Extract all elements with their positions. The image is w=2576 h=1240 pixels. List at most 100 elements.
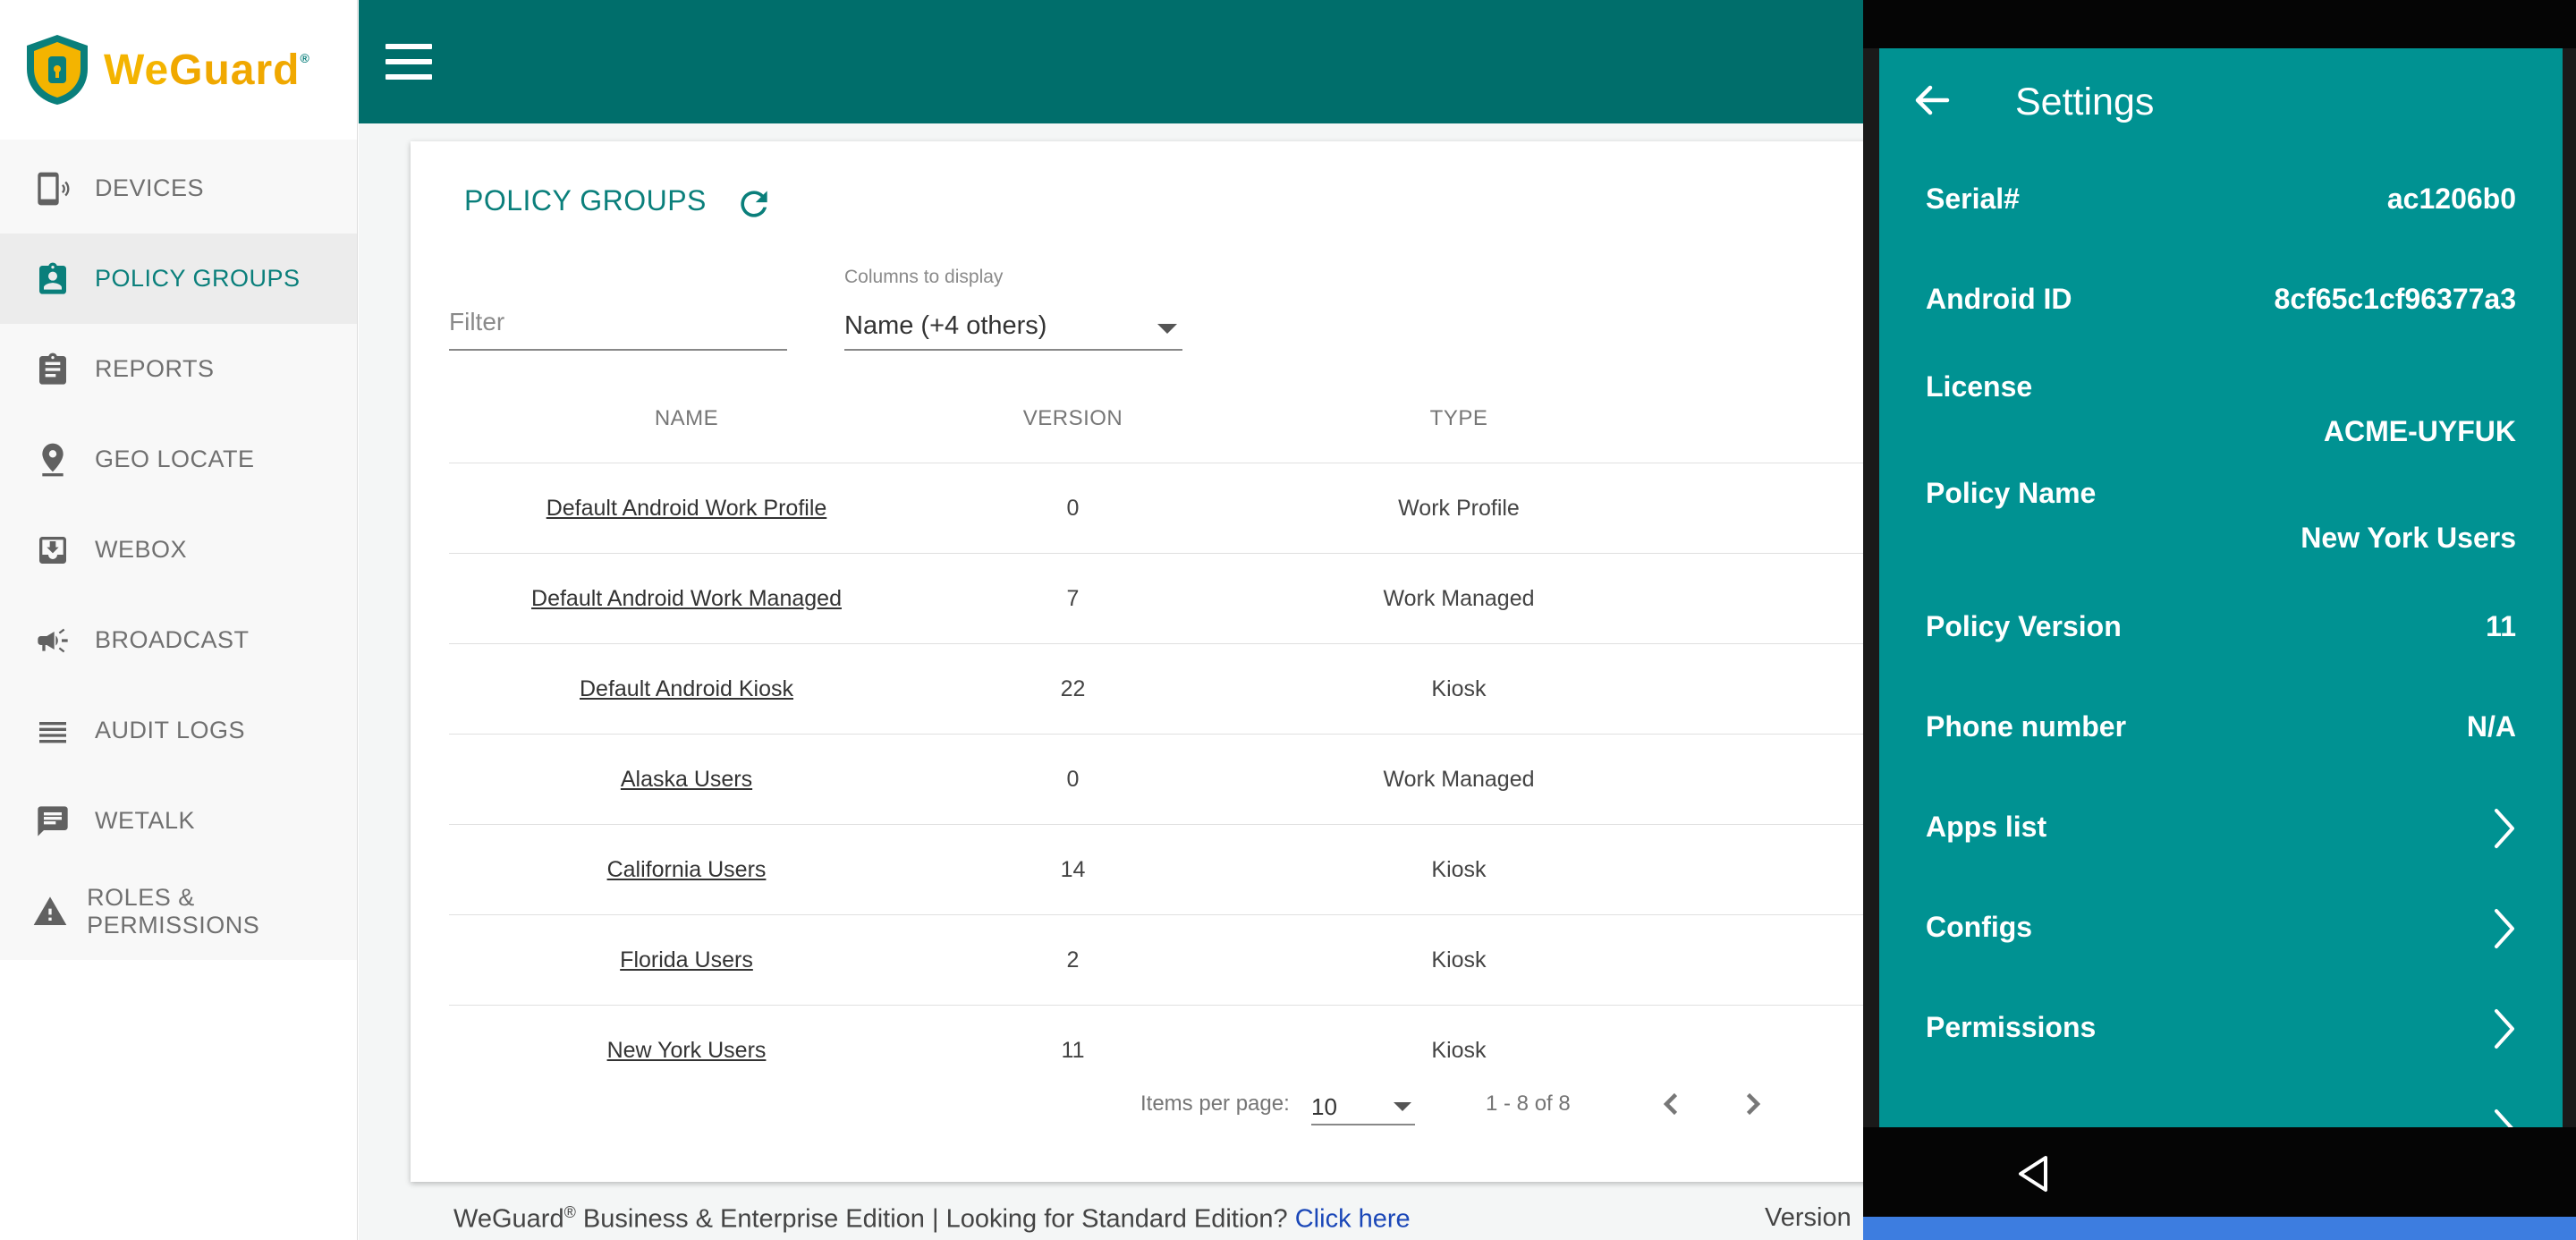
items-per-page-value: 10 (1311, 1093, 1337, 1120)
items-per-page-select[interactable]: 10 (1311, 1083, 1415, 1125)
table-row: Alaska Users 0 Work Managed 0 (449, 735, 1931, 825)
weguard-shield-icon (27, 35, 88, 105)
cell-type: Work Managed (1383, 766, 1535, 792)
cell-version: 0 (1066, 766, 1080, 792)
sidebar-item-geo-locate[interactable]: GEO LOCATE (0, 414, 357, 505)
partially-hidden-row[interactable] (1879, 1109, 2563, 1127)
row-label: Configs (1926, 911, 2033, 943)
settings-title: Settings (2015, 81, 2155, 123)
phone-settings-screen: Settings Serial# ac1206b0 Android ID 8cf… (1879, 48, 2563, 1127)
info-key: Serial# (1926, 183, 2020, 215)
download-box-icon (32, 530, 73, 571)
sidebar-item-policy-groups[interactable]: POLICY GROUPS (0, 234, 357, 324)
chevron-right-icon (2491, 807, 2518, 850)
sidebar-item-devices[interactable]: DEVICES (0, 143, 357, 234)
policy-name-link[interactable]: Default Android Kiosk (580, 676, 793, 701)
sidebar-item-webox[interactable]: WEBOX (0, 505, 357, 595)
dropdown-caret-icon (1394, 1102, 1411, 1111)
hamburger-menu-icon[interactable] (386, 44, 432, 80)
location-pin-icon (32, 439, 73, 480)
policy-name-link[interactable]: New York Users (607, 1038, 767, 1063)
cell-version: 7 (1066, 585, 1080, 611)
column-header-name[interactable]: NAME (449, 406, 924, 431)
logo[interactable]: WeGuard® (0, 0, 357, 140)
cell-type: Kiosk (1431, 856, 1487, 882)
sidebar-item-label: ROLES & PERMISSIONS (87, 883, 260, 938)
phone-mirror: Settings Serial# ac1206b0 Android ID 8cf… (1863, 0, 2576, 1240)
refresh-icon[interactable] (734, 184, 774, 224)
filter-field[interactable] (449, 299, 787, 351)
cell-version: 2 (1066, 947, 1080, 972)
policy-groups-table: NAME VERSION TYPE NO OF DE Default Andro… (449, 374, 1931, 1096)
cell-type: Work Managed (1383, 585, 1535, 611)
table-row: Default Android Kiosk 22 Kiosk 1 (449, 644, 1931, 735)
sidebar-item-label: WEBOX (95, 536, 188, 563)
info-value: N/A (2466, 710, 2516, 743)
policy-name-link[interactable]: Default Android Work Managed (531, 586, 842, 611)
footer-text: WeGuard® Business & Enterprise Edition |… (453, 1203, 1411, 1235)
click-here-link[interactable]: Click here (1295, 1205, 1411, 1234)
columns-caption: Columns to display (844, 267, 1004, 287)
policy-name-link[interactable]: California Users (607, 857, 767, 882)
info-value: 8cf65c1cf96377a3 (2274, 283, 2516, 315)
row-label: Permissions (1926, 1011, 2097, 1043)
info-value: 11 (2486, 610, 2516, 642)
permissions-row[interactable]: Permissions (1879, 1009, 2563, 1056)
apps-list-row[interactable]: Apps list (1879, 809, 2563, 855)
dropdown-caret-icon (1157, 324, 1177, 334)
sidebar-item-audit-logs[interactable]: AUDIT LOGS (0, 685, 357, 776)
sidebar-item-label: BROADCAST (95, 626, 250, 653)
footer-edition-text: Business & Enterprise Edition | Looking … (575, 1204, 1295, 1234)
phone-bottom-strip (1863, 1217, 2576, 1240)
column-header-version[interactable]: VERSION (924, 406, 1222, 431)
sidebar-item-reports[interactable]: REPORTS (0, 324, 357, 414)
sidebar-item-broadcast[interactable]: BROADCAST (0, 595, 357, 685)
filter-input[interactable] (449, 299, 787, 345)
sidebar-nav: DEVICES POLICY GROUPS REPORTS GEO LOCATE… (0, 140, 357, 960)
configs-row[interactable]: Configs (1879, 909, 2563, 955)
column-header-type[interactable]: TYPE (1222, 406, 1696, 431)
items-per-page-label: Items per page: (1140, 1091, 1290, 1116)
registered-mark: ® (300, 50, 310, 65)
sidebar-item-label: AUDIT LOGS (95, 717, 246, 743)
nav-back-triangle-icon[interactable] (2015, 1154, 2051, 1193)
table-body: Default Android Work Profile 0 Work Prof… (449, 463, 1931, 1096)
policy-name-link[interactable]: Alaska Users (621, 767, 752, 792)
android-nav-bar (1863, 1127, 2576, 1217)
info-value: ACME-UYFUK (2323, 415, 2516, 447)
chevron-left-icon (1663, 1092, 1678, 1116)
info-value: New York Users (2301, 522, 2516, 554)
policy-name-link[interactable]: Default Android Work Profile (547, 496, 827, 521)
info-value: ac1206b0 (2386, 183, 2516, 215)
sidebar: WeGuard® DEVICES POLICY GROUPS REPORTS G… (0, 0, 358, 1240)
footer-reg-mark: ® (564, 1203, 576, 1221)
page-range-label: 1 - 8 of 8 (1486, 1091, 1571, 1116)
top-app-bar (359, 0, 1879, 123)
info-key: License (1926, 370, 2033, 403)
previous-page-button[interactable] (1656, 1088, 1688, 1120)
sidebar-item-wetalk[interactable]: WETALK (0, 776, 357, 866)
sidebar-item-label: POLICY GROUPS (95, 265, 301, 292)
table-row: California Users 14 Kiosk 0 (449, 825, 1931, 915)
sidebar-item-label: GEO LOCATE (95, 446, 255, 472)
info-key: Phone number (1926, 710, 2127, 743)
paginator: Items per page: 10 1 - 8 of 8 (411, 1072, 1931, 1134)
sidebar-item-roles-permissions[interactable]: ROLES & PERMISSIONS (0, 866, 357, 956)
sidebar-item-label: DEVICES (95, 174, 205, 201)
list-lines-icon (32, 710, 73, 752)
footer-version: Version (1765, 1203, 1852, 1232)
policy-name-link[interactable]: Florida Users (620, 947, 753, 972)
next-page-button[interactable] (1736, 1088, 1768, 1120)
back-arrow-icon[interactable] (1913, 84, 1951, 116)
cell-version: 22 (1060, 675, 1086, 701)
cell-type: Kiosk (1431, 947, 1487, 972)
cell-version: 0 (1066, 495, 1080, 521)
table-row: Default Android Work Managed 7 Work Mana… (449, 554, 1931, 644)
info-key: Android ID (1926, 283, 2072, 315)
info-key: Policy Name (1926, 477, 2097, 509)
chevron-right-icon (2491, 1007, 2518, 1050)
page-title: POLICY GROUPS (464, 184, 707, 217)
columns-to-display-select[interactable]: Columns to display Name (+4 others) (844, 267, 1182, 351)
info-key: Policy Version (1926, 610, 2122, 642)
cell-type: Kiosk (1431, 675, 1487, 701)
